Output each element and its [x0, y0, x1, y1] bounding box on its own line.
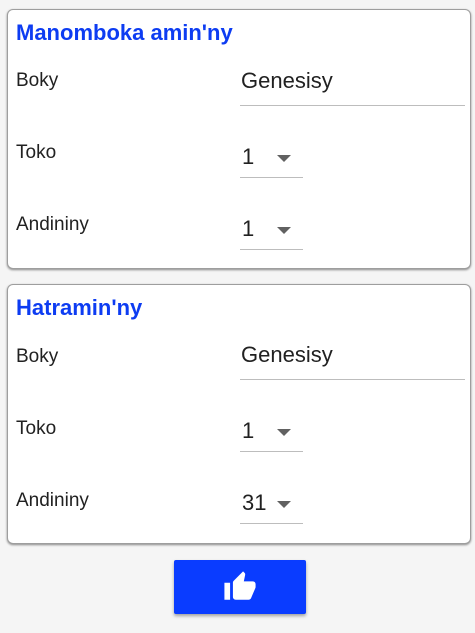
from-book-label: Boky	[16, 70, 59, 91]
from-chapter-value: 1	[242, 144, 255, 169]
to-chapter-select[interactable]: 1	[240, 416, 303, 452]
caret-down-icon	[277, 429, 291, 436]
from-book-value: Genesisy	[241, 68, 333, 93]
to-card: Hatramin'ny Boky Genesisy Toko 1 Andinin…	[7, 284, 471, 544]
thumbs-up-icon	[224, 571, 256, 600]
from-card: Manomboka amin'ny Boky Genesisy Toko 1 A…	[7, 9, 471, 269]
from-verse-label: Andininy	[16, 214, 89, 235]
from-book-field[interactable]: Genesisy	[240, 66, 465, 106]
to-book-value: Genesisy	[241, 342, 333, 367]
to-card-title: Hatramin'ny	[16, 295, 143, 320]
from-verse-value: 1	[242, 216, 255, 241]
from-chapter-label: Toko	[16, 142, 57, 163]
from-verse-select[interactable]: 1	[240, 214, 303, 250]
to-verse-label: Andininy	[16, 490, 89, 511]
to-chapter-label: Toko	[16, 418, 57, 439]
to-book-label: Boky	[16, 346, 59, 367]
to-verse-value: 31	[242, 490, 267, 515]
to-verse-select[interactable]: 31	[240, 488, 303, 524]
to-book-field[interactable]: Genesisy	[240, 340, 465, 380]
from-chapter-select[interactable]: 1	[240, 142, 303, 178]
caret-down-icon	[277, 155, 291, 162]
caret-down-icon	[277, 501, 291, 508]
from-card-title: Manomboka amin'ny	[16, 20, 233, 45]
caret-down-icon	[277, 227, 291, 234]
to-chapter-value: 1	[242, 418, 255, 443]
confirm-button[interactable]	[174, 560, 306, 614]
